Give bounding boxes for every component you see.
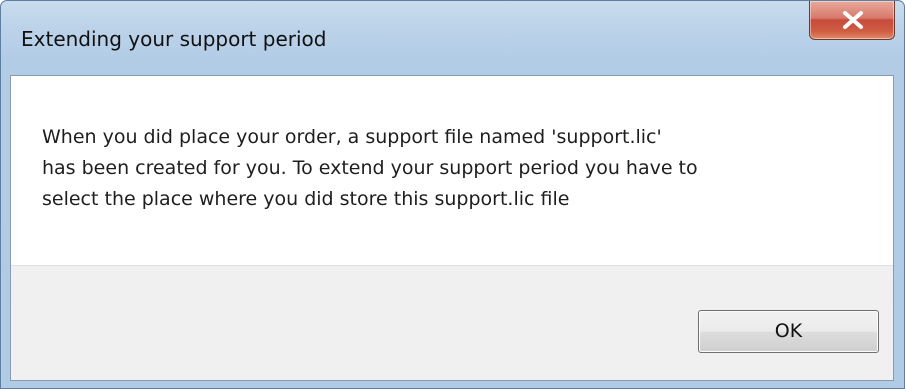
close-button[interactable] <box>809 1 895 40</box>
message-line: select the place where you did store thi… <box>42 188 570 210</box>
message-line: When you did place your order, a support… <box>42 126 662 148</box>
dialog-client-area: When you did place your order, a support… <box>10 75 894 381</box>
message-line: has been created for you. To extend your… <box>42 157 698 179</box>
dialog-message: When you did place your order, a support… <box>42 122 698 215</box>
message-area: When you did place your order, a support… <box>11 76 893 265</box>
close-icon <box>843 11 863 29</box>
dialog-title: Extending your support period <box>21 27 327 51</box>
title-bar[interactable]: Extending your support period <box>1 1 904 77</box>
ok-button[interactable]: OK <box>698 310 879 353</box>
dialog-window: Extending your support period When you d… <box>0 0 905 389</box>
button-bar: OK <box>11 265 893 380</box>
